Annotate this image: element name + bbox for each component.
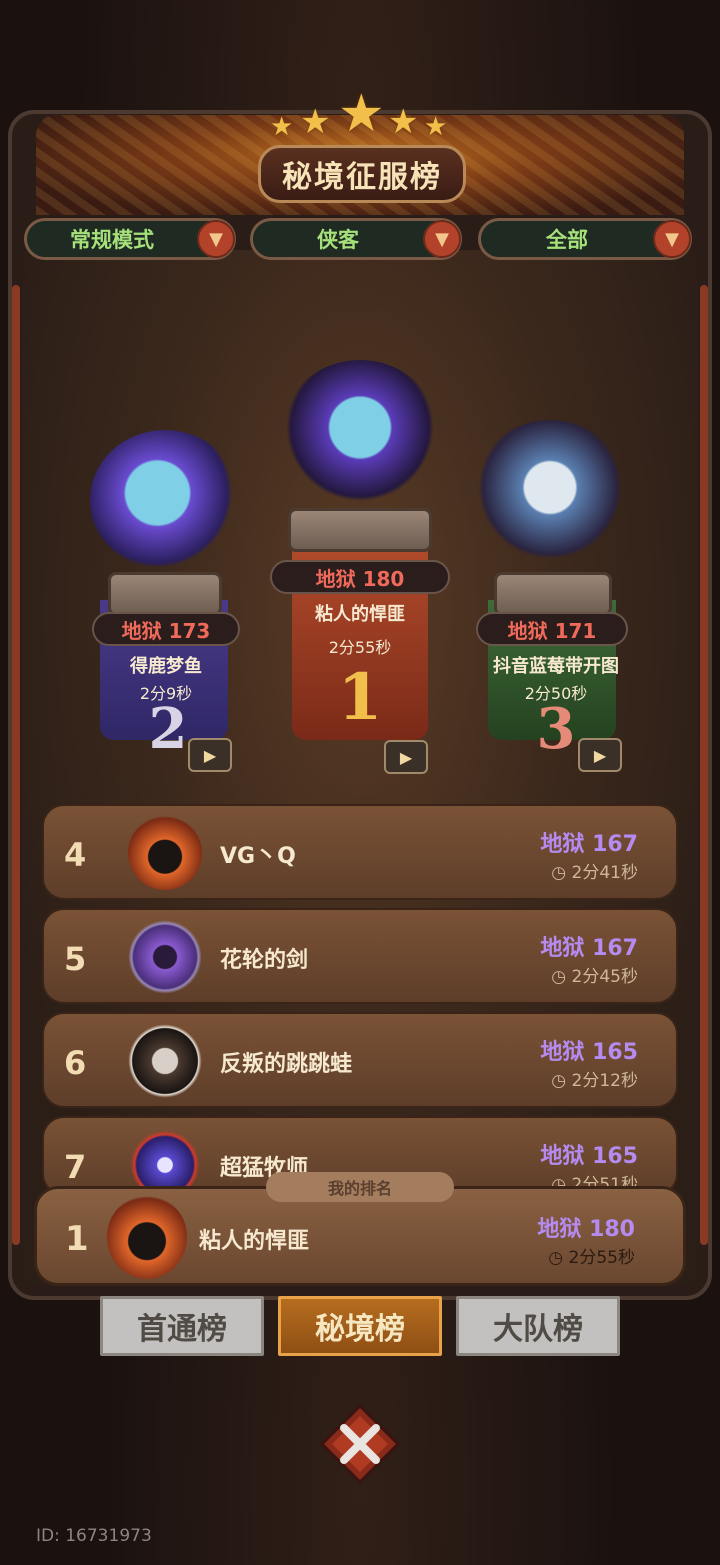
chevron-down-icon: ▼ xyxy=(197,220,235,258)
rank-row[interactable]: 6 反叛的跳跳蛙 地狱 165 ◷ 2分12秒 xyxy=(42,1012,678,1108)
user-id: ID: 16731973 xyxy=(36,1526,152,1546)
my-player-time-value: 2分55秒 xyxy=(568,1248,635,1268)
my-rank-number: 1 xyxy=(65,1219,89,1259)
close-icon xyxy=(319,1403,401,1485)
podium-second-name: 得鹿梦鱼 xyxy=(130,656,202,677)
my-player-level: 地狱 180 xyxy=(537,1217,635,1242)
player-time-value: 2分41秒 xyxy=(571,863,638,883)
close-button[interactable] xyxy=(318,1402,402,1486)
rank-number: 6 xyxy=(64,1044,87,1082)
rank-row[interactable]: 4 VG丶Q 地狱 167 ◷ 2分41秒 xyxy=(42,804,678,900)
player-name: 花轮的剑 xyxy=(220,948,309,973)
rank-number: 4 xyxy=(64,836,87,874)
star-icon: ★ xyxy=(338,84,385,144)
rank-row[interactable]: 5 花轮的剑 地狱 167 ◷ 2分45秒 xyxy=(42,908,678,1004)
rank-number: 5 xyxy=(64,940,87,978)
left-rail xyxy=(12,285,20,1245)
scope-dropdown[interactable]: 全部 ▼ xyxy=(478,218,692,260)
player-avatar-third[interactable] xyxy=(470,420,630,570)
star-icon: ★ xyxy=(300,102,331,142)
chevron-down-icon: ▼ xyxy=(423,220,461,258)
player-name: VG丶Q xyxy=(220,844,296,869)
replay-video-icon[interactable]: ▶ xyxy=(188,738,232,772)
class-dropdown[interactable]: 侠客 ▼ xyxy=(250,218,462,260)
player-level: 地狱 165 xyxy=(540,1144,638,1169)
podium-first-rank: 1 xyxy=(337,660,383,735)
my-player-name: 粘人的悍匪 xyxy=(199,1229,310,1254)
player-level: 地狱 165 xyxy=(540,1040,638,1065)
my-avatar[interactable] xyxy=(107,1195,187,1279)
pedestal-first xyxy=(288,508,432,552)
player-avatar-first[interactable] xyxy=(280,360,440,510)
tab-secret-realm[interactable]: 秘境榜 xyxy=(278,1296,442,1356)
mode-dropdown-label: 常规模式 xyxy=(70,228,154,252)
player-avatar[interactable] xyxy=(128,816,202,890)
podium-third-name: 抖音蓝莓带开图 xyxy=(493,656,619,677)
stars-decoration: ★ ★ ★ ★ ★ xyxy=(270,84,450,144)
player-avatar-second[interactable] xyxy=(90,430,240,570)
player-avatar[interactable] xyxy=(128,920,202,994)
pedestal-third xyxy=(494,572,612,616)
podium-first-level: 地狱 180 xyxy=(270,560,450,594)
player-time-value: 2分45秒 xyxy=(571,967,638,987)
player-time-value: 2分12秒 xyxy=(571,1071,638,1091)
mode-dropdown[interactable]: 常规模式 ▼ xyxy=(24,218,236,260)
star-icon: ★ xyxy=(424,112,448,142)
podium-first-time: 2分55秒 xyxy=(328,638,392,657)
rank-number: 7 xyxy=(64,1148,87,1186)
replay-video-icon[interactable]: ▶ xyxy=(384,740,428,774)
star-icon: ★ xyxy=(388,102,419,142)
star-icon: ★ xyxy=(270,112,294,142)
podium-third-level: 地狱 171 xyxy=(476,612,628,646)
player-avatar[interactable] xyxy=(128,1024,202,1098)
pedestal-second xyxy=(108,572,222,616)
player-name: 反叛的跳跳蛙 xyxy=(220,1052,353,1077)
my-player-time: ◷ 2分55秒 xyxy=(548,1248,635,1268)
podium-first-name: 粘人的悍匪 xyxy=(315,604,405,625)
tab-team[interactable]: 大队榜 xyxy=(456,1296,620,1356)
class-dropdown-label: 侠客 xyxy=(317,228,359,252)
page-title: 秘境征服榜 xyxy=(258,145,466,203)
scope-dropdown-label: 全部 xyxy=(546,228,588,252)
replay-video-icon[interactable]: ▶ xyxy=(578,738,622,772)
tab-first-clear[interactable]: 首通榜 xyxy=(100,1296,264,1356)
my-rank-tag: 我的排名 xyxy=(266,1172,454,1202)
right-rail xyxy=(700,285,708,1245)
podium-third-rank: 3 xyxy=(536,696,576,762)
player-time: ◷ 2分12秒 xyxy=(551,1071,638,1091)
podium-second-level: 地狱 173 xyxy=(92,612,240,646)
chevron-down-icon: ▼ xyxy=(653,220,691,258)
player-time: ◷ 2分45秒 xyxy=(551,967,638,987)
player-level: 地狱 167 xyxy=(540,832,638,857)
player-time: ◷ 2分41秒 xyxy=(551,863,638,883)
player-level: 地狱 167 xyxy=(540,936,638,961)
